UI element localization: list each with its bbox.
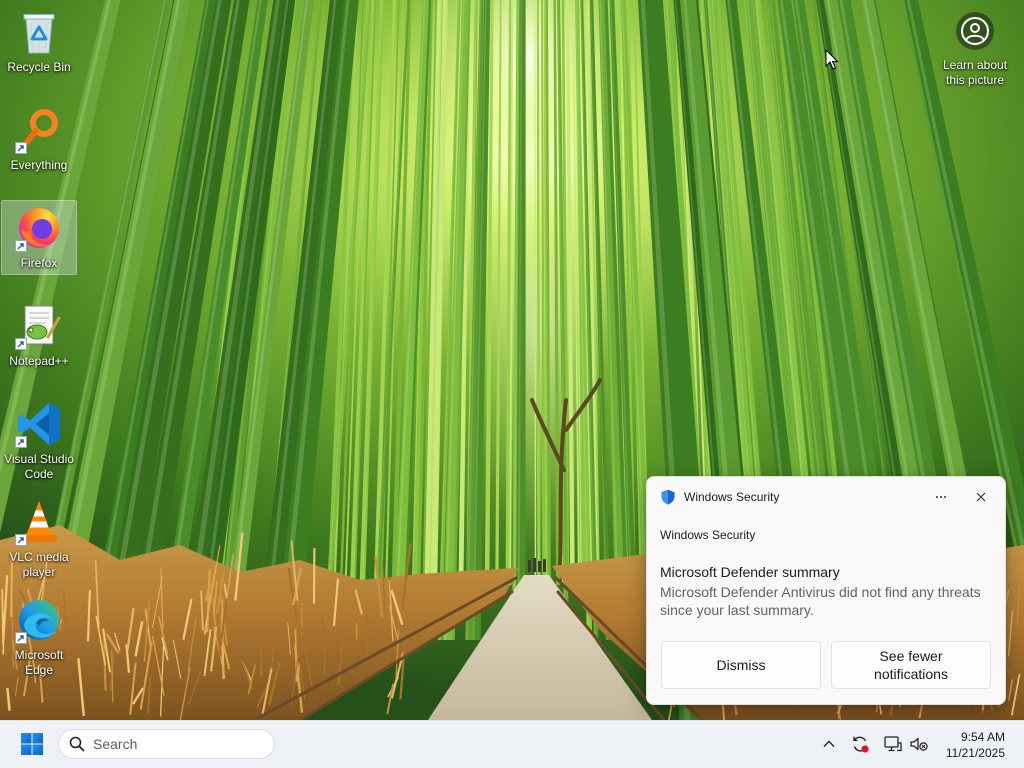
spotlight-label: Learn about this picture xyxy=(942,58,1008,87)
desktop-icon-label: Notepad++ xyxy=(9,354,69,368)
show-hidden-icons-button[interactable] xyxy=(819,734,839,754)
toast-app-name: Windows Security xyxy=(684,490,780,504)
volume-icon xyxy=(910,737,928,751)
taskbar: 9:54 AM 11/21/2025 xyxy=(0,720,1024,768)
volume-button[interactable] xyxy=(909,734,929,754)
search-input[interactable] xyxy=(93,730,263,758)
mouse-cursor-icon xyxy=(825,49,839,70)
desktop-icon-everything[interactable]: Everything xyxy=(1,102,77,177)
network-icon xyxy=(884,736,902,752)
notification-toast[interactable]: Windows Security Windows Security Micros… xyxy=(646,476,1006,705)
start-button[interactable] xyxy=(12,724,52,764)
desktop-icon-label: Microsoft Edge xyxy=(14,648,64,677)
desktop-icon-edge[interactable]: Microsoft Edge xyxy=(1,592,77,682)
desktop-icon-label: Everything xyxy=(10,158,68,172)
desktop-icon-recycle-bin[interactable]: Recycle Bin xyxy=(1,4,77,79)
shortcut-arrow-icon xyxy=(15,338,27,350)
chevron-up-icon xyxy=(823,740,835,747)
update-status-button[interactable] xyxy=(850,734,870,754)
dismiss-button-label: Dismiss xyxy=(716,657,766,673)
desktop-icon-vscode[interactable]: Visual Studio Code xyxy=(1,396,77,486)
desktop-icon-label: VLC media player xyxy=(9,550,69,579)
clock[interactable]: 9:54 AM 11/21/2025 xyxy=(946,729,1005,761)
close-button[interactable] xyxy=(971,487,991,507)
shortcut-arrow-icon xyxy=(15,632,27,644)
desktop-icon-column: Recycle Bin Everything Firefox Notepad++… xyxy=(0,4,78,690)
desktop-icon-label: Firefox xyxy=(20,256,58,270)
shortcut-arrow-icon xyxy=(15,436,27,448)
desktop-icon-vlc[interactable]: VLC media player xyxy=(1,494,77,584)
spotlight-icon xyxy=(956,12,994,50)
see-fewer-notifications-button[interactable]: See fewer notifications xyxy=(831,641,991,689)
windows-logo-icon xyxy=(21,733,43,755)
desktop-icon-label: Recycle Bin xyxy=(7,60,71,74)
search-icon xyxy=(69,736,85,752)
shortcut-arrow-icon xyxy=(15,142,27,154)
clock-time: 9:54 AM xyxy=(960,730,1005,744)
network-button[interactable] xyxy=(883,734,903,754)
desktop-icon-label: Visual Studio Code xyxy=(4,452,74,481)
toast-body: Microsoft Defender Antivirus did not fin… xyxy=(660,584,981,618)
shield-icon xyxy=(661,489,675,505)
shortcut-arrow-icon xyxy=(15,240,27,252)
dismiss-button[interactable]: Dismiss xyxy=(661,641,821,689)
shortcut-arrow-icon xyxy=(15,534,27,546)
close-icon xyxy=(976,492,986,502)
taskbar-search[interactable] xyxy=(58,729,275,759)
toast-title: Microsoft Defender summary xyxy=(660,564,840,580)
toast-attribution: Windows Security xyxy=(660,528,756,542)
desktop-icon-firefox[interactable]: Firefox xyxy=(1,200,77,275)
see-fewer-button-label: See fewer notifications xyxy=(874,648,948,682)
learn-about-picture[interactable]: Learn about this picture xyxy=(940,11,1010,88)
desktop-icon-notepad-plus-plus[interactable]: Notepad++ xyxy=(1,298,77,373)
more-options-icon[interactable] xyxy=(931,487,951,507)
clock-date: 11/21/2025 xyxy=(945,746,1005,760)
update-sync-icon xyxy=(853,736,869,753)
recycle-bin-icon xyxy=(23,14,55,54)
